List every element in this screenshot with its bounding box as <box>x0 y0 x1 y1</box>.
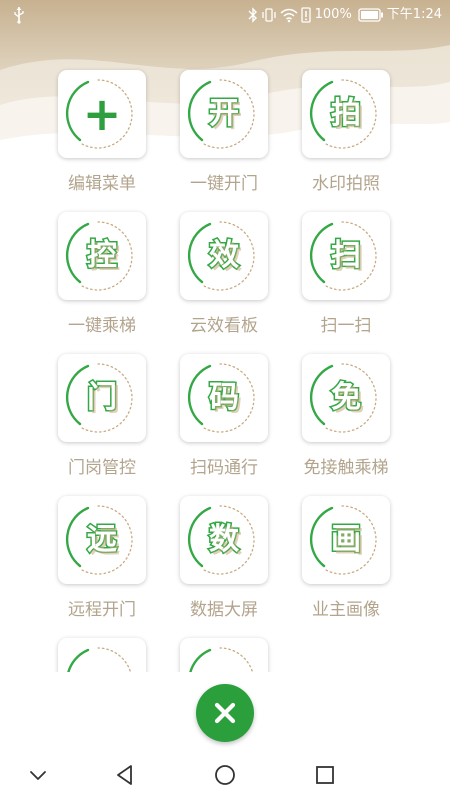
edit-menu-tile[interactable]: + <box>58 70 146 158</box>
wifi-icon <box>280 8 298 23</box>
tile-label: 一键乘梯 <box>68 316 136 336</box>
touchless-elevator-icon: 免 <box>330 379 363 417</box>
close-button[interactable] <box>196 684 254 742</box>
remote-open-tile[interactable]: 远 <box>58 496 146 584</box>
tile-label: 远程开门 <box>68 600 136 620</box>
chevron-down-icon[interactable] <box>25 762 51 788</box>
scan-icon: 扫 <box>330 237 363 275</box>
tile-label: 业主画像 <box>312 600 380 620</box>
watermark-photo-tile[interactable]: 拍 <box>302 70 390 158</box>
back-icon[interactable] <box>112 762 138 788</box>
feature-grid: + 编辑菜单 开 一键开门 拍 水印拍照 控 一键乘梯 效 云效看板 扫 扫一扫… <box>0 0 450 672</box>
partial-tile[interactable] <box>180 638 268 672</box>
one-key-elevator-tile[interactable]: 控 <box>58 212 146 300</box>
battery-icon <box>358 8 383 22</box>
tile-label: 水印拍照 <box>312 174 380 194</box>
qr-pass-icon: 码 <box>208 379 241 417</box>
recents-icon[interactable] <box>312 762 338 788</box>
close-icon <box>214 702 236 724</box>
one-key-open-tile[interactable]: 开 <box>180 70 268 158</box>
plus-icon: + <box>82 87 122 141</box>
owner-profile-icon: 画 <box>330 521 363 559</box>
tile-label: 编辑菜单 <box>68 174 136 194</box>
qr-pass-tile[interactable]: 码 <box>180 354 268 442</box>
gate-control-tile[interactable]: 门 <box>58 354 146 442</box>
tile-label: 扫一扫 <box>320 316 372 336</box>
open-door-icon: 开 <box>208 95 241 133</box>
partial-tile[interactable] <box>58 638 146 672</box>
gate-icon: 门 <box>86 379 119 417</box>
status-bar: 100% 下午1:24 <box>0 0 450 32</box>
clock: 下午1:24 <box>386 7 442 22</box>
tile-label: 一键开门 <box>190 174 258 194</box>
navigation-bar <box>0 750 450 800</box>
scan-tile[interactable]: 扫 <box>302 212 390 300</box>
tile-label: 门岗管控 <box>68 458 136 478</box>
battery-percent: 100% <box>314 7 352 22</box>
cloud-dashboard-tile[interactable]: 效 <box>180 212 268 300</box>
data-screen-tile[interactable]: 数 <box>180 496 268 584</box>
vibrate-icon <box>261 8 276 22</box>
dashboard-icon: 效 <box>208 237 241 275</box>
decorative-ring <box>67 647 132 672</box>
usb-icon <box>14 7 24 24</box>
home-icon[interactable] <box>212 762 238 788</box>
tile-label: 数据大屏 <box>190 600 258 620</box>
data-screen-icon: 数 <box>208 521 241 559</box>
tile-label: 扫码通行 <box>190 458 258 478</box>
tile-label: 免接触乘梯 <box>303 458 389 478</box>
decorative-ring <box>189 647 254 672</box>
tile-label: 云效看板 <box>190 316 258 336</box>
remote-open-icon: 远 <box>86 521 119 559</box>
bluetooth-icon <box>248 7 257 23</box>
owner-profile-tile[interactable]: 画 <box>302 496 390 584</box>
touchless-elevator-tile[interactable]: 免 <box>302 354 390 442</box>
photo-icon: 拍 <box>330 95 363 133</box>
alert-icon <box>300 7 311 23</box>
elevator-icon: 控 <box>86 237 119 275</box>
